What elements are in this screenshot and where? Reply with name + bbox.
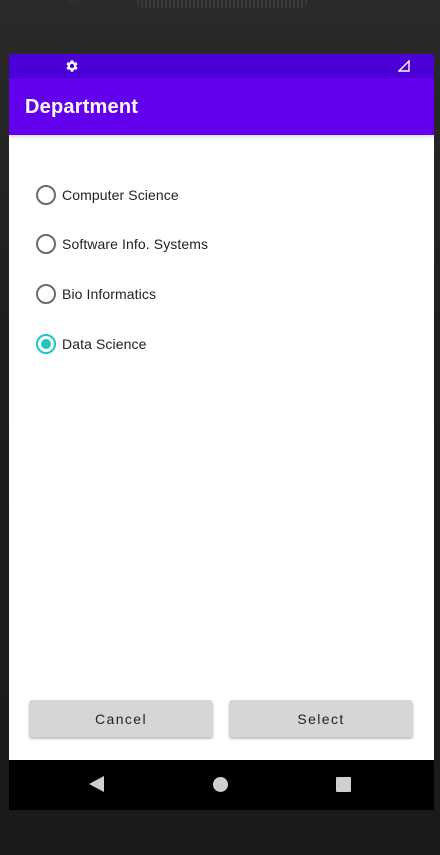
radio-option-bio-informatics[interactable]: Bio Informatics xyxy=(9,269,434,319)
back-icon[interactable] xyxy=(89,776,104,792)
radio-label: Computer Science xyxy=(62,186,179,203)
radio-label: Bio Informatics xyxy=(62,285,157,302)
page-title: Department xyxy=(25,96,139,118)
home-icon[interactable] xyxy=(213,777,228,792)
navigation-bar xyxy=(9,760,434,810)
camera xyxy=(68,0,82,6)
recents-icon[interactable] xyxy=(336,777,351,792)
screen: Department Computer Science Software Inf… xyxy=(9,54,434,810)
radio-button[interactable] xyxy=(36,283,56,304)
radio-option-software-info-systems[interactable]: Software Info. Systems xyxy=(9,220,434,270)
status-bar xyxy=(9,54,434,78)
select-button[interactable]: Select xyxy=(229,700,413,737)
cancel-button[interactable]: Cancel xyxy=(29,700,213,737)
radio-option-data-science[interactable]: Data Science xyxy=(9,319,434,369)
speaker-grille xyxy=(137,0,307,8)
radio-button[interactable] xyxy=(36,184,56,205)
radio-label: Data Science xyxy=(62,335,147,352)
radio-button-checked[interactable] xyxy=(36,333,56,354)
department-radio-group: Computer Science Software Info. Systems … xyxy=(9,170,434,368)
device-frame: Department Computer Science Software Inf… xyxy=(0,0,440,855)
signal-icon xyxy=(398,60,410,72)
app-bar: Department xyxy=(9,78,434,135)
radio-option-computer-science[interactable]: Computer Science xyxy=(9,170,434,220)
gear-icon xyxy=(66,60,78,72)
radio-button[interactable] xyxy=(36,234,56,255)
radio-label: Software Info. Systems xyxy=(62,236,209,253)
